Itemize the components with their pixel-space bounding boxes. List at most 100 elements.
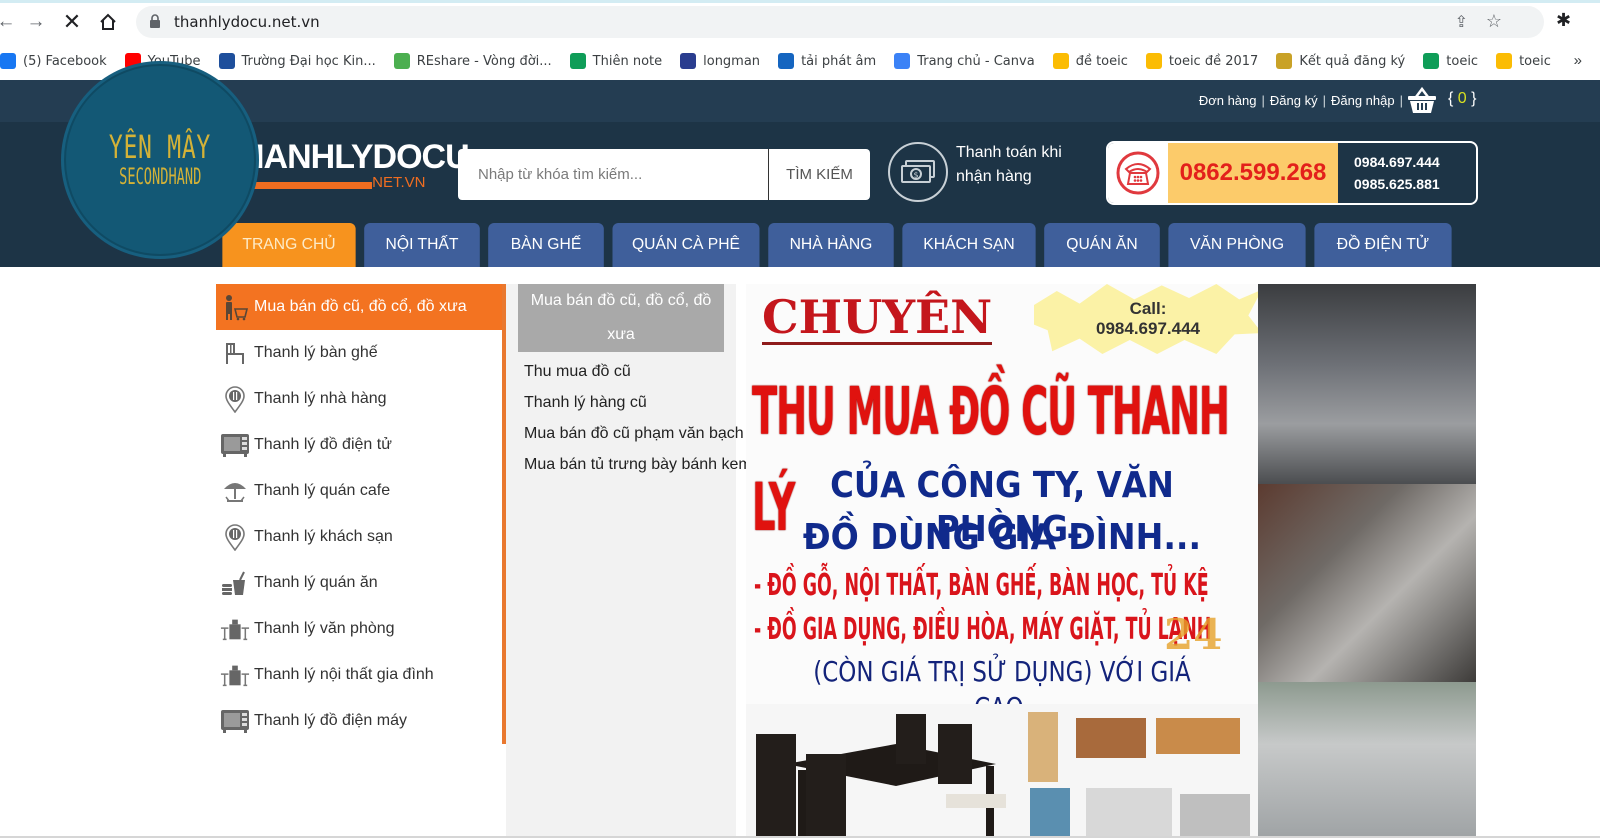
reshare-icon [393, 53, 410, 69]
dining-set-image [756, 714, 1006, 838]
orders-link[interactable]: Đơn hàng [1199, 93, 1257, 108]
brace-close: } [1471, 90, 1477, 107]
home-icon[interactable] [96, 10, 120, 34]
photo-strip [1258, 284, 1476, 838]
search-input[interactable] [458, 149, 768, 200]
chair-icon [220, 338, 250, 368]
sidebar-item[interactable]: Thanh lý nội thất gia đình [216, 652, 502, 698]
cash-payment-icon: $ [888, 142, 948, 202]
bookmark-item[interactable]: longman [680, 53, 760, 69]
bookmark-star-icon[interactable]: ☆ [1486, 11, 1502, 32]
logo-tld: .NET.VN [368, 174, 426, 191]
sidebar-item[interactable]: Thanh lý quán cafe [216, 468, 502, 514]
bookmark-item[interactable]: toeic đề 2017 [1145, 53, 1258, 69]
sidebar-item[interactable]: Mua bán đồ cũ, đồ cổ, đồ xưa [216, 284, 502, 330]
umbrella-table-icon [220, 476, 250, 506]
bookmark-item[interactable]: đề toeic [1052, 53, 1128, 69]
share-icon[interactable]: ⇪ [1455, 12, 1468, 32]
submenu-link[interactable]: Mua bán đồ cũ phạm văn bạch [524, 418, 764, 449]
site-logo[interactable]: HANHLYDOCU .NET.VN [240, 138, 470, 191]
sidebar-item-label: Thanh lý văn phòng [254, 620, 395, 637]
more-bookmarks-chevron-icon[interactable]: » [1574, 52, 1582, 69]
longman-icon [680, 53, 697, 69]
nav-tab[interactable]: VĂN PHÒNG [1168, 223, 1306, 267]
bookmark-label: (5) Facebook [23, 53, 107, 69]
restaurant-pin-icon [220, 384, 250, 414]
basket-icon[interactable] [1405, 85, 1439, 115]
bookmark-label: Trường Đại học Kin... [241, 53, 376, 69]
bookmark-item[interactable]: Kết quả đăng ký [1276, 53, 1405, 69]
banner-line-4: - ĐỒ GỖ, NỘI THẤT, BÀN GHẾ, BÀN HỌC, TỦ … [754, 568, 1209, 603]
sidebar-item-label: Mua bán đồ cũ, đồ cổ, đồ xưa [254, 298, 467, 315]
sidebar-item-label: Thanh lý đồ điện máy [254, 712, 407, 729]
bookmark-item[interactable]: Thiên note [569, 53, 662, 69]
login-link[interactable]: Đăng nhập [1331, 93, 1395, 108]
cart-count[interactable]: { 0 } [1448, 90, 1477, 108]
submenu-link[interactable]: Thanh lý hàng cũ [524, 387, 764, 418]
account-links: Đơn hàng | Đăng ký | Đăng nhập | [1199, 93, 1408, 108]
lock-icon [150, 14, 160, 28]
sidebar-item-label: Thanh lý bàn ghế [254, 344, 378, 361]
address-bar[interactable]: thanhlydocu.net.vn ⇪ ☆ [136, 6, 1544, 38]
call-label: Call: [1129, 299, 1167, 318]
nav-tab[interactable]: QUÁN CÀ PHÊ [612, 223, 760, 267]
sidebar-item[interactable]: Thanh lý đồ điện tử [216, 422, 502, 468]
submenu-heading[interactable]: Mua bán đồ cũ, đồ cổ, đồ xưa [518, 284, 724, 352]
nav-tab[interactable]: NHÀ HÀNG [768, 223, 894, 267]
nav-tab[interactable]: KHÁCH SẠN [902, 223, 1036, 267]
sidebar-item[interactable]: Thanh lý bàn ghế [216, 330, 502, 376]
submenu-links: Thu mua đồ cũ Thanh lý hàng cũ Mua bán đồ … [524, 356, 764, 480]
tab-strip-edge [0, 0, 1600, 3]
google-classroom-icon [1423, 53, 1440, 69]
nav-tab[interactable]: QUÁN ĂN [1044, 223, 1160, 267]
sidebar-item-label: Thanh lý quán cafe [254, 482, 391, 499]
cod-line-2: nhận hàng [956, 168, 1032, 185]
facebook-icon [0, 53, 16, 69]
bookmark-item[interactable]: tải phát âm [778, 53, 876, 69]
bookmark-item[interactable]: Trang chủ - Canva [894, 53, 1035, 69]
submenu-link[interactable]: Thu mua đồ cũ [524, 356, 764, 387]
promo-banner[interactable]: CHUYÊN Call: 0984.697.444 THU MUA ĐỒ CŨ … [746, 284, 1258, 838]
bookmark-item[interactable]: toeic [1496, 53, 1551, 69]
bookmark-label: tải phát âm [801, 53, 877, 69]
sidebar-item[interactable]: Thanh lý quán ăn [216, 560, 502, 606]
extensions-puzzle-icon[interactable]: ✱ [1556, 10, 1571, 31]
bookmark-item[interactable]: REshare - Vòng đời... [393, 53, 552, 69]
sidebar-item[interactable]: Thanh lý văn phòng [216, 606, 502, 652]
main-nav: TRANG CHỦ NỘI THẤT BÀN GHẾ QUÁN CÀ PHÊ NHÀ H… [221, 223, 1459, 267]
restaurant-pin-icon [220, 522, 250, 552]
google-drive-icon [1496, 53, 1513, 69]
forward-icon[interactable]: → [24, 10, 48, 34]
sidebar-item[interactable]: Thanh lý đồ điện máy [216, 698, 502, 744]
bookmark-item[interactable]: Trường Đại học Kin... [218, 53, 376, 69]
office-desk-icon [220, 660, 250, 690]
nav-tab[interactable]: TRANG CHỦ [222, 223, 356, 267]
banner-watermark: 24 [1164, 610, 1223, 659]
search-button[interactable]: TÌM KIẾM [768, 149, 870, 200]
category-submenu: Mua bán đồ cũ, đồ cổ, đồ xưa Thu mua đồ … [506, 284, 752, 838]
hotline-alt-1[interactable]: 0984.697.444 [1354, 151, 1440, 173]
url-text[interactable]: thanhlydocu.net.vn [174, 13, 320, 31]
nav-tab[interactable]: NỘI THẤT [364, 223, 480, 267]
telephone-icon [1108, 143, 1168, 203]
sidebar-item-label: Thanh lý khách sạn [254, 528, 393, 545]
bookmark-label: đề toeic [1075, 53, 1128, 69]
sidebar-item[interactable]: Thanh lý nhà hàng [216, 376, 502, 422]
divider: | [1261, 93, 1265, 108]
submenu-link[interactable]: Mua bán tủ trưng bày bánh kem [524, 449, 764, 480]
svg-text:$: $ [914, 171, 919, 180]
nav-tab[interactable]: ĐỒ ĐIỆN TỬ [1314, 223, 1452, 267]
stop-icon[interactable]: ✕ [60, 9, 84, 34]
nav-tab[interactable]: BÀN GHẾ [488, 223, 604, 267]
sidebar-item[interactable]: Thanh lý khách sạn [216, 514, 502, 560]
hotline-main-number[interactable]: 0862.599.268 [1168, 143, 1338, 203]
register-link[interactable]: Đăng ký [1270, 93, 1318, 108]
office-desk-icon [220, 614, 250, 644]
bookmark-item[interactable]: (5) Facebook [0, 53, 107, 69]
microwave-icon [220, 430, 250, 460]
back-icon[interactable]: ← [0, 10, 18, 34]
banner-text-area: CHUYÊN Call: 0984.697.444 THU MUA ĐỒ CŨ … [746, 284, 1258, 724]
bookmark-item[interactable]: toeic [1423, 53, 1478, 69]
badge-line-2: SECONDHAND [118, 165, 202, 190]
hotline-alt-2[interactable]: 0985.625.881 [1354, 173, 1440, 195]
